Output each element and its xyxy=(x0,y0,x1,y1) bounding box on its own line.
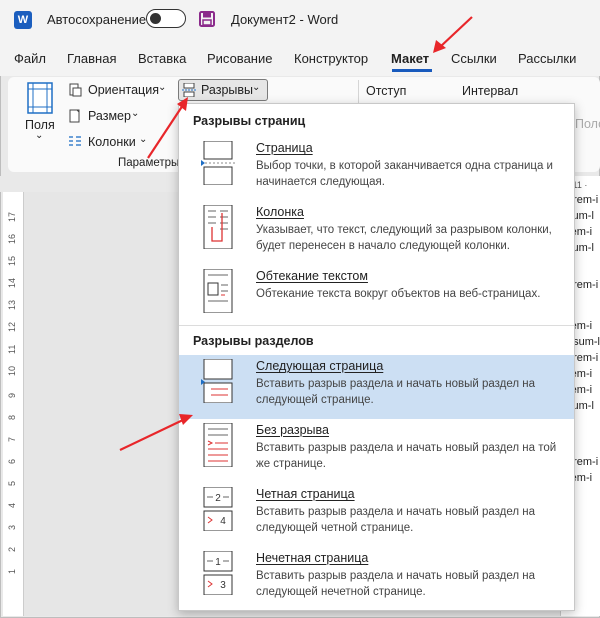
svg-text:2: 2 xyxy=(215,493,221,504)
ruler-number: 6 xyxy=(7,458,17,464)
tab-mailings[interactable]: Рассылки xyxy=(518,51,576,66)
ruler-number: 5 xyxy=(7,480,17,486)
breaks-label: Разрывы xyxy=(201,83,254,97)
page-breaks-header: Разрывы страниц xyxy=(193,114,306,128)
spacing-label: Интервал xyxy=(462,84,519,98)
tab-design[interactable]: Конструктор xyxy=(294,51,368,66)
tab-home[interactable]: Главная xyxy=(67,51,116,66)
vertical-ruler: 17 16 15 14 13 12 11 10 9 8 7 6 5 4 3 2 … xyxy=(3,192,24,616)
section-divider xyxy=(179,325,574,326)
save-icon[interactable] xyxy=(199,11,215,27)
size-button[interactable]: Размер xyxy=(88,109,131,123)
ruler-number: 12 xyxy=(7,321,17,332)
section-next-page-desc: Вставить разрыв раздела и начать новый р… xyxy=(256,378,536,406)
text-wrap-icon xyxy=(203,269,233,313)
section-even-page-desc: Вставить разрыв раздела и начать новый р… xyxy=(256,506,536,534)
break-page-item[interactable]: Страница Выбор точки, в которой заканчив… xyxy=(179,137,574,201)
section-continuous-title: Без разрыва xyxy=(256,423,329,437)
document-title: Документ2 - Word xyxy=(231,12,339,27)
section-odd-page-item[interactable]: 1 3 Нечетная страница Вставить разрыв ра… xyxy=(179,547,574,611)
section-next-page-item[interactable]: Следующая страница Вставить разрыв разде… xyxy=(179,355,574,419)
svg-text:3: 3 xyxy=(220,580,226,591)
ruler-number: 7 xyxy=(7,436,17,442)
ruler-number: 17 xyxy=(7,211,17,222)
chevron-down-icon: ⌄ xyxy=(252,82,261,93)
ruler-number: 8 xyxy=(7,414,17,420)
section-even-page-item[interactable]: 2 4 Четная страница Вставить разрыв разд… xyxy=(179,483,574,547)
orientation-icon xyxy=(69,83,82,97)
even-page-icon: 2 4 xyxy=(203,487,233,531)
tab-references[interactable]: Ссылки xyxy=(451,51,497,66)
autosave-label: Автосохранение xyxy=(47,12,147,27)
tab-layout[interactable]: Макет xyxy=(391,51,429,66)
tab-insert[interactable]: Вставка xyxy=(138,51,186,66)
ribbon-tabs: Файл Главная Вставка Рисование Конструкт… xyxy=(0,40,600,76)
chevron-down-icon: ⌄ xyxy=(158,82,167,93)
tab-draw[interactable]: Рисование xyxy=(207,51,272,66)
columns-button[interactable]: Колонки xyxy=(88,135,136,149)
chevron-down-icon: ⌄ xyxy=(131,108,140,119)
section-odd-page-desc: Вставить разрыв раздела и начать новый р… xyxy=(256,570,536,598)
chevron-down-icon: ⌄ xyxy=(35,130,44,141)
break-column-desc: Указывает, что текст, следующий за разры… xyxy=(256,224,552,252)
section-odd-page-title: Нечетная страница xyxy=(256,551,369,565)
columns-icon xyxy=(69,136,81,146)
orientation-button[interactable]: Ориентация xyxy=(88,83,159,97)
breaks-icon xyxy=(182,83,196,97)
ruler-number: 14 xyxy=(7,277,17,288)
ruler-number: 3 xyxy=(7,524,17,530)
break-text-wrap-title: Обтекание текстом xyxy=(256,269,368,283)
toggle-knob xyxy=(150,13,161,24)
ruler-number: 16 xyxy=(7,233,17,244)
break-column-item[interactable]: Колонка Указывает, что текст, следующий … xyxy=(179,201,574,265)
margins-icon xyxy=(27,82,53,114)
odd-page-icon: 1 3 xyxy=(203,551,233,595)
chevron-down-icon: ⌄ xyxy=(139,134,148,145)
indent-label: Отступ xyxy=(366,84,407,98)
section-breaks-header: Разрывы разделов xyxy=(193,334,314,348)
size-icon xyxy=(69,109,80,123)
ruler-number: 2 xyxy=(7,546,17,552)
section-continuous-item[interactable]: Без разрыва Вставить разрыв раздела и на… xyxy=(179,419,574,483)
active-tab-underline xyxy=(392,69,432,72)
ruler-number: 10 xyxy=(7,365,17,376)
break-page-desc: Выбор точки, в которой заканчивается одн… xyxy=(256,160,553,188)
autosave-toggle[interactable] xyxy=(146,9,186,28)
ruler-number: 11 xyxy=(7,344,17,354)
section-continuous-desc: Вставить разрыв раздела и начать новый р… xyxy=(256,442,557,470)
break-page-title: Страница xyxy=(256,141,313,155)
ruler-number: 9 xyxy=(7,392,17,398)
svg-text:1: 1 xyxy=(215,557,221,568)
page-break-icon xyxy=(201,141,235,185)
section-even-page-title: Четная страница xyxy=(256,487,355,501)
tab-file[interactable]: Файл xyxy=(14,51,46,66)
position-button-fragment[interactable]: Поло xyxy=(575,117,600,131)
break-text-wrap-desc: Обтекание текста вокруг объектов на веб-… xyxy=(256,288,541,300)
section-next-page-title: Следующая страница xyxy=(256,359,384,373)
title-bar: W Автосохранение Документ2 - Word xyxy=(0,0,600,40)
svg-text:4: 4 xyxy=(220,516,226,527)
ruler-number: 15 xyxy=(7,255,17,266)
ruler-number: 13 xyxy=(7,299,17,310)
next-page-icon xyxy=(201,359,233,403)
ruler-number: 1 xyxy=(7,568,17,574)
break-text-wrap-item[interactable]: Обтекание текстом Обтекание текста вокру… xyxy=(179,265,574,329)
column-break-icon xyxy=(203,205,233,249)
ruler-number: 4 xyxy=(7,502,17,508)
breaks-dropdown: Разрывы страниц Страница Выбор точки, в … xyxy=(178,103,575,611)
continuous-icon xyxy=(203,423,233,467)
break-column-title: Колонка xyxy=(256,205,304,219)
word-logo-icon: W xyxy=(14,11,32,29)
page-setup-group-label: Параметры xyxy=(118,157,180,169)
